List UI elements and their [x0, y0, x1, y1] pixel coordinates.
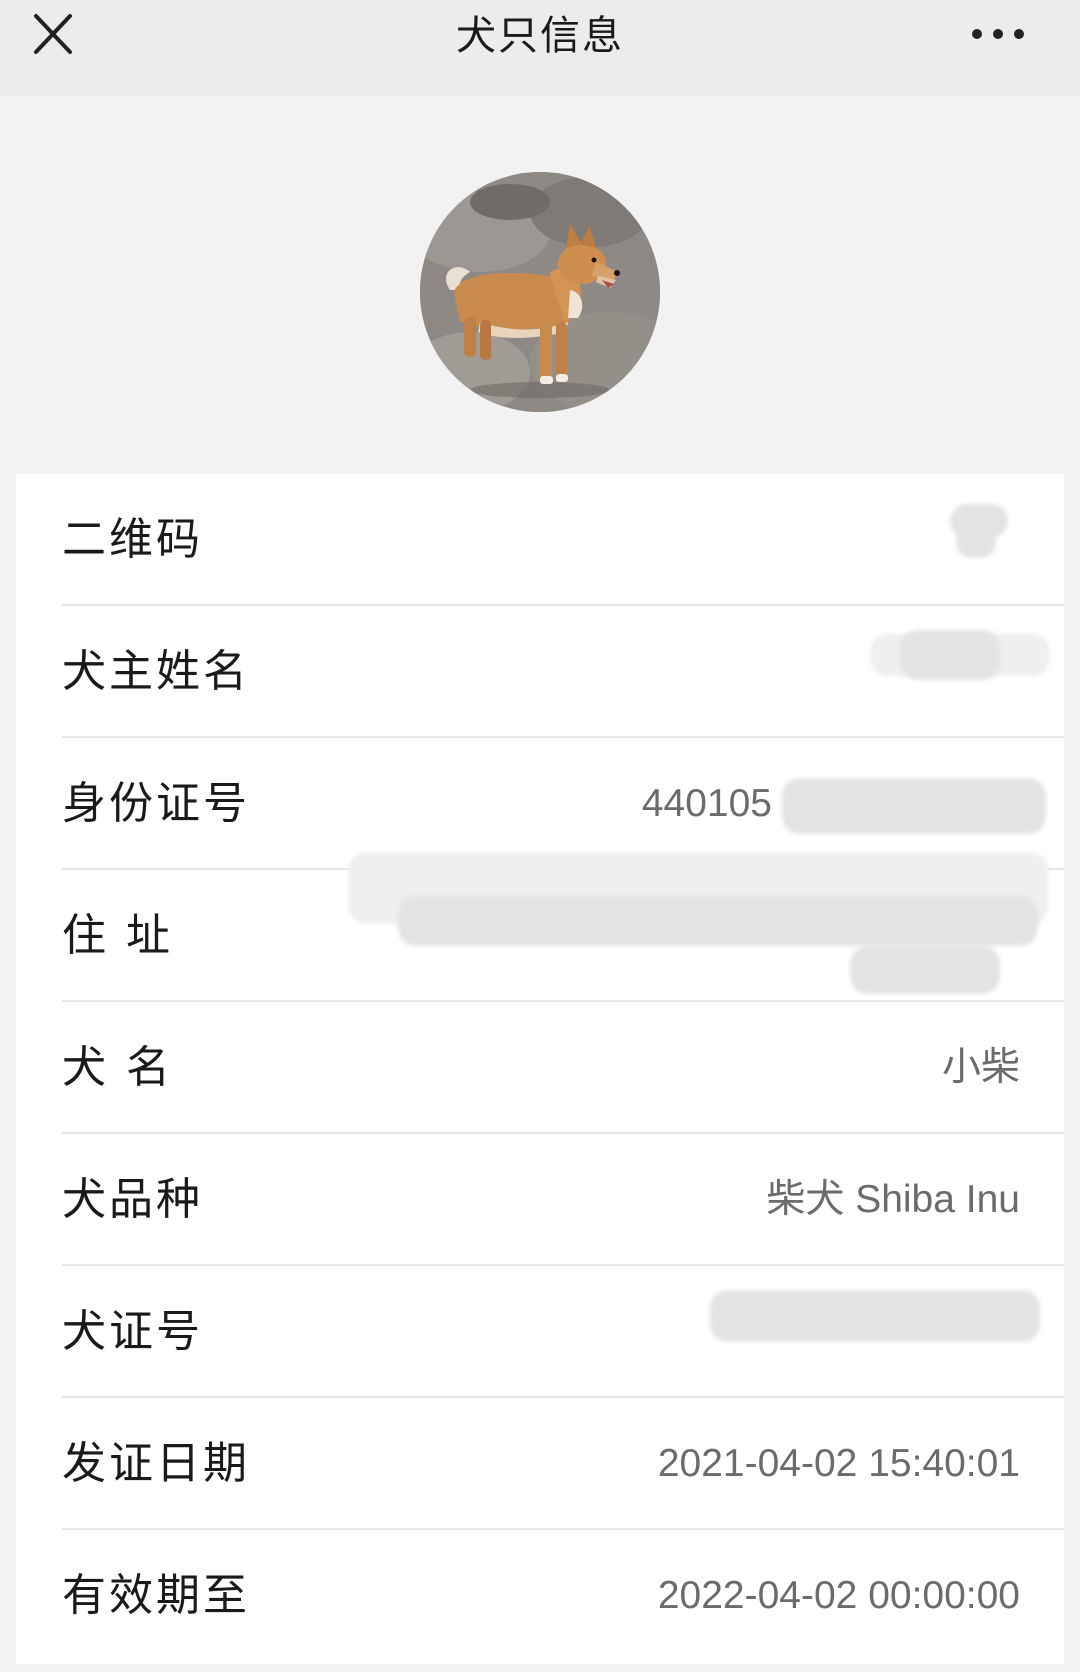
list-item-dog-name: 犬 名 小柴: [16, 1002, 1064, 1134]
list-item-id-number: 身份证号 440105: [16, 738, 1064, 870]
expiry-date-value: 2022-04-02 00:00:00: [657, 1574, 1020, 1617]
dog-breed-label: 犬品种: [62, 1174, 203, 1225]
dog-name-value: 小柴: [941, 1046, 1020, 1089]
dog-info-list: 二维码 犬主姓名 身份证号 440105 住 址 犬 名 小柴 犬品种 柴犬 S…: [16, 474, 1064, 1664]
owner-name-label: 犬主姓名: [62, 646, 250, 697]
list-item-qrcode[interactable]: 二维码: [16, 474, 1064, 606]
list-item-owner-name: 犬主姓名: [16, 606, 1064, 738]
license-number-label: 犬证号: [62, 1306, 203, 1357]
id-number-label: 身份证号: [62, 778, 250, 829]
redacted-owner-name: [900, 630, 1000, 680]
redacted-license-number: [710, 1290, 1040, 1342]
list-item-dog-breed: 犬品种 柴犬 Shiba Inu: [16, 1134, 1064, 1266]
redacted-qrcode-lower: [956, 526, 996, 558]
redacted-address-line1: [398, 896, 1038, 946]
redacted-address-line2: [850, 946, 1000, 994]
issue-date-label: 发证日期: [62, 1438, 250, 1489]
page-title: 犬只信息: [456, 13, 624, 59]
dog-name-label: 犬 名: [62, 1042, 173, 1093]
navigation-bar: 犬只信息: [0, 0, 1080, 96]
dog-photo-image: [420, 172, 660, 412]
dog-avatar[interactable]: [420, 172, 660, 412]
list-item-expiry-date: 有效期至 2022-04-02 00:00:00: [16, 1530, 1064, 1662]
avatar-section: [0, 96, 1080, 474]
expiry-date-label: 有效期至: [62, 1570, 250, 1621]
list-item-address: 住 址: [16, 852, 1064, 1002]
dog-breed-value: 柴犬 Shiba Inu: [766, 1178, 1020, 1221]
list-item-license-number: 犬证号: [16, 1266, 1064, 1398]
more-dots-icon[interactable]: [970, 22, 1026, 46]
dog-info-page: 犬只信息 二维码 犬主姓名 身份证号 440105 住 址 犬 名 小柴 犬品种…: [0, 0, 1080, 1672]
redacted-id-number: [782, 778, 1046, 834]
issue-date-value: 2021-04-02 15:40:01: [657, 1442, 1020, 1485]
id-number-value: 440105: [641, 782, 772, 825]
list-item-issue-date: 发证日期 2021-04-02 15:40:01: [16, 1398, 1064, 1530]
qrcode-label: 二维码: [62, 514, 203, 565]
address-label: 住 址: [62, 910, 173, 961]
